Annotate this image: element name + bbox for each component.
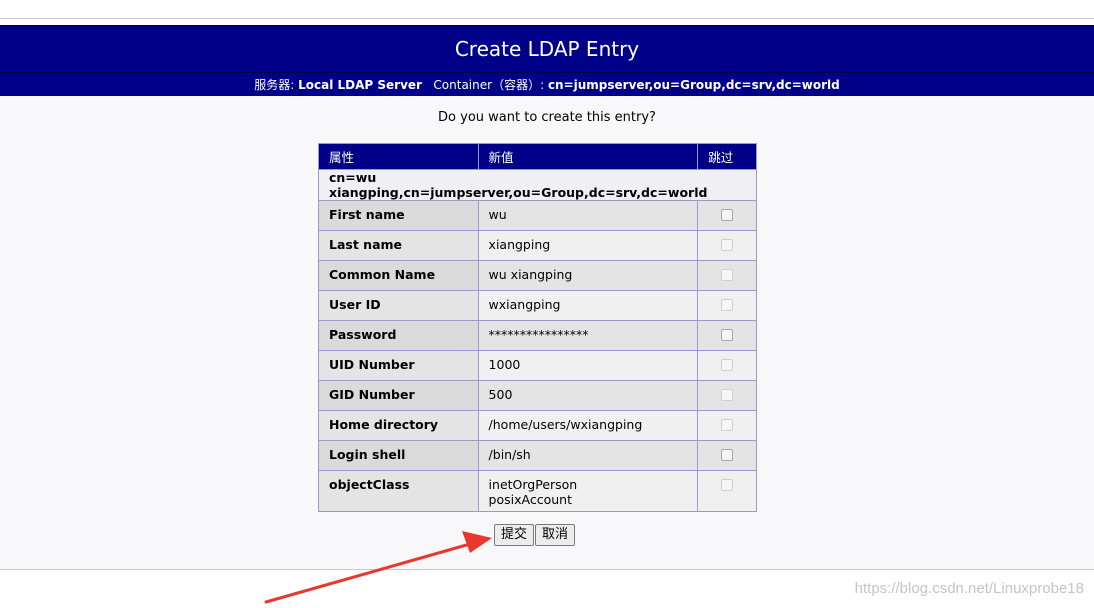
attribute-value: wxiangping (477, 290, 699, 321)
table-header-row: 属性 新值 跳过 (318, 143, 757, 170)
submit-button[interactable]: 提交 (494, 524, 535, 546)
page-title: Create LDAP Entry (454, 37, 640, 61)
skip-checkbox[interactable] (721, 449, 734, 461)
attribute-value: **************** (477, 320, 699, 351)
skip-checkbox-disabled (721, 239, 734, 251)
server-name: Local LDAP Server (298, 78, 422, 92)
confirm-question: Do you want to create this entry? (438, 110, 656, 125)
skip-cell (697, 410, 757, 441)
attribute-table: 属性 新值 跳过 cn=wu xiangping,cn=jumpserver,o… (318, 143, 757, 512)
skip-cell (697, 440, 757, 471)
attribute-value: posixAccount (488, 492, 572, 507)
attribute-value: wu (477, 200, 699, 231)
attribute-name: Home directory (318, 410, 479, 441)
cancel-button[interactable]: 取消 (535, 524, 576, 546)
attribute-value: 500 (477, 380, 699, 411)
attribute-name: Last name (318, 230, 479, 261)
table-row: User ID wxiangping (318, 290, 757, 321)
skip-checkbox[interactable] (721, 209, 734, 221)
table-row: Common Name wu xiangping (318, 260, 757, 291)
top-divider (0, 18, 1094, 19)
attribute-name: User ID (318, 290, 479, 321)
column-header-attribute: 属性 (318, 143, 479, 170)
bottom-divider (0, 569, 1094, 570)
table-row: Password **************** (318, 320, 757, 351)
table-row: objectClass inetOrgPerson posixAccount (318, 470, 757, 512)
skip-checkbox-disabled (721, 419, 734, 431)
skip-cell (697, 350, 757, 381)
dn-row: cn=wu xiangping,cn=jumpserver,ou=Group,d… (318, 169, 757, 201)
attribute-name: objectClass (318, 470, 479, 512)
column-header-skip: 跳过 (697, 143, 757, 170)
attribute-name: First name (318, 200, 479, 231)
skip-cell (697, 200, 757, 231)
attribute-name: Password (318, 320, 479, 351)
container-label: Container（容器）: (433, 78, 545, 92)
attribute-value-list: inetOrgPerson posixAccount (477, 470, 699, 512)
server-info-bar: 服务器: Local LDAP Server Container（容器）: cn… (0, 73, 1094, 97)
table-row: UID Number 1000 (318, 350, 757, 381)
server-label: 服务器: (254, 78, 295, 92)
skip-checkbox-disabled (721, 359, 734, 371)
attribute-value: 1000 (477, 350, 699, 381)
skip-checkbox-disabled (721, 299, 734, 311)
skip-checkbox-disabled (721, 269, 734, 281)
skip-cell (697, 230, 757, 261)
container-dn: cn=jumpserver,ou=Group,dc=srv,dc=world (547, 78, 840, 92)
watermark: https://blog.csdn.net/Linuxprobe18 (854, 580, 1084, 597)
table-row: Login shell /bin/sh (318, 440, 757, 471)
attribute-name: UID Number (318, 350, 479, 381)
skip-checkbox-disabled (721, 479, 734, 491)
main-content: Do you want to create this entry? 属性 新值 … (0, 96, 1094, 569)
entry-dn: cn=wu xiangping,cn=jumpserver,ou=Group,d… (318, 169, 757, 201)
attribute-value: /home/users/wxiangping (477, 410, 699, 441)
skip-checkbox-disabled (721, 389, 734, 401)
attribute-value: /bin/sh (477, 440, 699, 471)
attribute-name: GID Number (318, 380, 479, 411)
form-actions: 提交 取消 (494, 524, 576, 546)
attribute-name: Common Name (318, 260, 479, 291)
column-header-new-value: 新值 (477, 143, 699, 170)
skip-cell (697, 290, 757, 321)
skip-checkbox[interactable] (721, 329, 734, 341)
table-row: Home directory /home/users/wxiangping (318, 410, 757, 441)
page-header: Create LDAP Entry 服务器: Local LDAP Server… (0, 25, 1094, 96)
table-row: Last name xiangping (318, 230, 757, 261)
attribute-value: inetOrgPerson (488, 477, 578, 492)
skip-cell (697, 470, 757, 512)
attribute-value: xiangping (477, 230, 699, 261)
skip-cell (697, 320, 757, 351)
table-row: GID Number 500 (318, 380, 757, 411)
skip-cell (697, 260, 757, 291)
skip-cell (697, 380, 757, 411)
table-row: First name wu (318, 200, 757, 231)
attribute-name: Login shell (318, 440, 479, 471)
attribute-value: wu xiangping (477, 260, 699, 291)
